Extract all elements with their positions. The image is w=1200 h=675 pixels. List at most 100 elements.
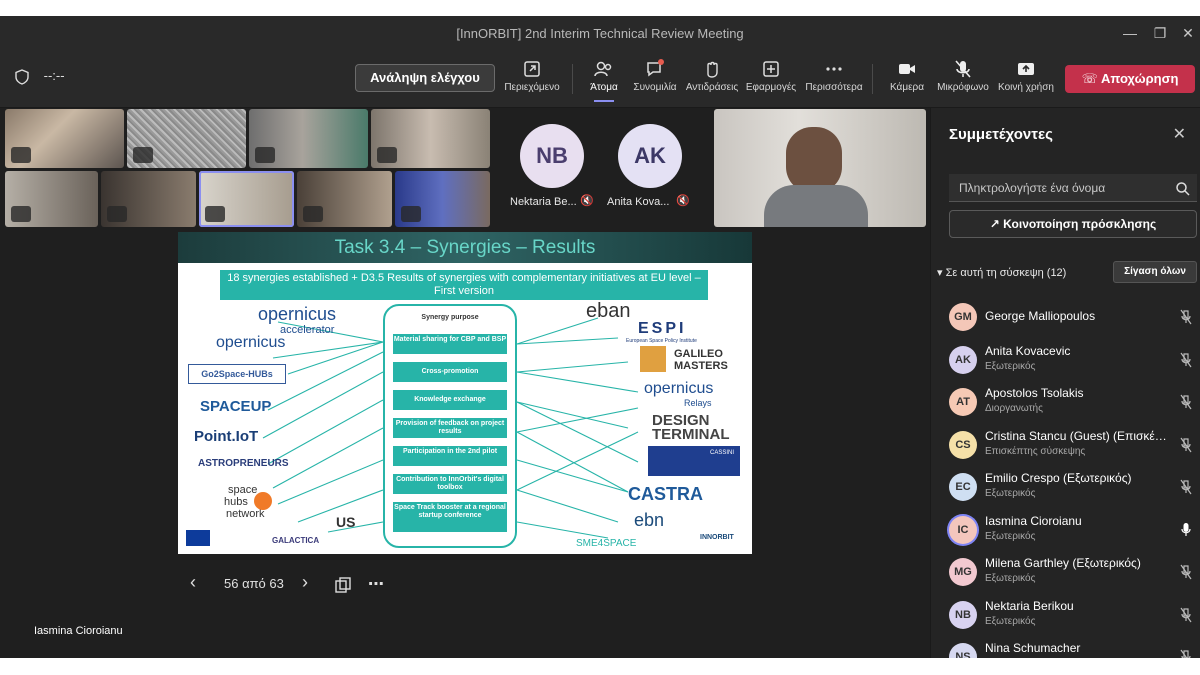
muted-icon: 🔇: [580, 195, 594, 207]
meeting-toolbar: --:-- Ανάληψη ελέγχου Περιεχόμενο Άτομα …: [0, 50, 1200, 108]
chat-label: Συνομιλία: [633, 82, 677, 93]
avatar: NB: [520, 124, 584, 188]
participant-role: Εξωτερικός: [985, 360, 1036, 372]
microphone-off-icon[interactable]: [1179, 394, 1193, 410]
content-button[interactable]: Περιεχόμενο: [500, 58, 564, 93]
space-hubs-dot: [254, 492, 272, 510]
chat-icon: [647, 59, 664, 77]
meeting-timer: --:--: [14, 68, 65, 85]
participant-avatar: NB: [949, 600, 977, 629]
participant-avatar: EC: [949, 473, 977, 501]
minimize-icon[interactable]: —: [1118, 22, 1142, 44]
participant-role: Εξωτερικός: [985, 530, 1036, 542]
avatar-name: Anita Kova...: [607, 196, 670, 208]
share-invite-button[interactable]: ↗ Κοινοποίηση πρόσκλησης: [949, 210, 1197, 238]
synergy-purpose-box: Synergy purpose Material sharing for CBP…: [383, 304, 517, 548]
microphone-off-icon[interactable]: [1179, 479, 1193, 495]
galileo-masters-logo: GALILEO: [674, 348, 723, 360]
video-tile[interactable]: [249, 109, 368, 168]
more-button[interactable]: Περισσότερα: [802, 58, 866, 93]
chat-button[interactable]: Συνομιλία: [628, 58, 682, 93]
shared-presentation-slide: Task 3.4 – Synergies – Results 18 synerg…: [178, 232, 752, 554]
microphone-off-icon[interactable]: [1179, 607, 1193, 623]
participant-row[interactable]: AK Anita Kovacevic Εξωτερικός: [931, 342, 1200, 384]
toolbar-divider: [872, 64, 873, 94]
mute-all-button[interactable]: Σίγαση όλων: [1113, 261, 1197, 283]
previous-slide-icon[interactable]: ‹: [190, 572, 196, 593]
self-view-name: Iasmina Cioroianu: [34, 625, 123, 637]
slide-more-icon[interactable]: ⋯: [368, 574, 384, 594]
participant-name: Nina Schumacher: [985, 641, 1081, 655]
person-shirt: [764, 185, 868, 227]
microphone-off-icon[interactable]: [1179, 649, 1193, 658]
video-tile[interactable]: [5, 171, 98, 227]
video-tile[interactable]: [395, 171, 490, 227]
microphone-off-icon[interactable]: [1179, 564, 1193, 580]
participant-row[interactable]: MG Milena Garthley (Εξωτερικός) Εξωτερικός: [931, 554, 1200, 596]
video-tile-speaker[interactable]: [714, 109, 926, 227]
participants-panel: Συμμετέχοντες ✕ ↗ Κοινοποίηση πρόσκλησης…: [930, 108, 1200, 658]
participant-row[interactable]: NB Nektaria Berikou Εξωτερικός: [931, 597, 1200, 639]
participant-name: Emilio Crespo (Εξωτερικός): [985, 471, 1132, 485]
close-window-icon[interactable]: ✕: [1176, 22, 1200, 44]
video-tile[interactable]: [297, 171, 392, 227]
next-slide-icon[interactable]: ›: [302, 572, 308, 593]
participant-role: Επισκέπτης σύσκεψης: [985, 445, 1086, 457]
untoldstories-logo: US: [336, 514, 356, 530]
design-terminal-logo-line2: TERMINAL: [652, 426, 730, 443]
participant-row[interactable]: AT Apostolos Tsolakis Διοργανωτής: [931, 384, 1200, 426]
participant-row[interactable]: IC Iasmina Cioroianu Εξωτερικός: [931, 512, 1200, 554]
shield-icon: [15, 68, 29, 85]
purpose-item: Cross-promotion: [393, 362, 507, 382]
slide-counter: 56 από 63: [224, 576, 284, 591]
participant-avatar: AT: [949, 388, 977, 416]
microphone-button[interactable]: Μικρόφωνο: [934, 58, 992, 93]
participant-name: Iasmina Cioroianu: [985, 513, 1082, 528]
participant-row[interactable]: EC Emilio Crespo (Εξωτερικός) Εξωτερικός: [931, 469, 1200, 511]
microphone-icon[interactable]: [1179, 522, 1193, 538]
space-hubs-network-logo: space: [228, 484, 258, 496]
camera-button[interactable]: Κάμερα: [884, 58, 930, 93]
reactions-button[interactable]: Αντιδράσεις: [684, 58, 740, 93]
leave-button[interactable]: ☏ Αποχώρηση: [1065, 65, 1195, 93]
in-meeting-section-header[interactable]: ▾ Σε αυτή τη σύσκεψη (12): [937, 266, 1066, 279]
microphone-off-icon[interactable]: [1179, 309, 1193, 325]
muted-icon: [11, 206, 31, 222]
search-icon[interactable]: [1175, 181, 1191, 197]
microphone-off-icon[interactable]: [1179, 437, 1193, 453]
participant-search-input[interactable]: [949, 174, 1197, 202]
espi-subtitle: European Space Policy Institute: [626, 338, 697, 344]
participant-row[interactable]: NSNina SchumacherΕξωτερικός: [931, 639, 1200, 658]
microphone-off-icon: [955, 60, 971, 78]
video-tile[interactable]: [127, 109, 246, 168]
take-control-button[interactable]: Ανάληψη ελέγχου: [355, 64, 495, 92]
timer-text: --:--: [43, 68, 65, 83]
toolbar-divider: [572, 64, 573, 94]
participant-name: George Malliopoulos: [985, 309, 1096, 323]
apps-button[interactable]: Εφαρμογές: [744, 58, 798, 93]
participant-row[interactable]: CS Cristina Stancu (Guest) (Επισκέπ... Επι…: [931, 427, 1200, 469]
participant-name: Apostolos Tsolakis: [985, 386, 1084, 400]
share-button[interactable]: Κοινή χρήση: [996, 58, 1056, 93]
reactions-label: Αντιδράσεις: [685, 82, 739, 93]
more-label: Περισσότερα: [805, 82, 863, 93]
restore-icon[interactable]: ❐: [1148, 22, 1172, 44]
microphone-off-icon[interactable]: [1179, 352, 1193, 368]
close-panel-icon[interactable]: ✕: [1173, 124, 1186, 144]
video-tile[interactable]: [371, 109, 490, 168]
point-iot-logo: Point.IoT: [194, 428, 259, 445]
video-tile[interactable]: [5, 109, 124, 168]
people-label: Άτομα: [590, 82, 618, 93]
people-button[interactable]: Άτομα: [582, 58, 626, 102]
video-tile[interactable]: [101, 171, 196, 227]
slide-sorter-icon[interactable]: [334, 576, 352, 594]
video-tile-active-speaker[interactable]: [199, 171, 294, 227]
muted-icon: [303, 206, 323, 222]
camera-icon: [899, 64, 915, 74]
participant-name: Milena Garthley (Εξωτερικός): [985, 556, 1141, 570]
cassini-text: CASSINI: [709, 450, 734, 456]
participant-row[interactable]: GM George Malliopoulos: [931, 299, 1200, 341]
cassini-logo: CASSINI: [648, 446, 740, 476]
muted-icon: [133, 147, 153, 163]
copernicus-mooc-logo: opernicus: [216, 334, 286, 351]
